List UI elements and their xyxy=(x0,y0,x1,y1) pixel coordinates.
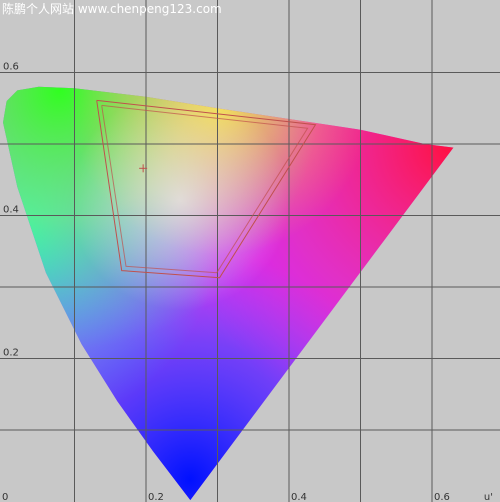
x-tick-label: 0 xyxy=(2,492,8,502)
x-tick-label: 0.6 xyxy=(434,492,450,502)
chart-canvas: 0 0.2 0.4 0.6 0.2 0.4 0.6 u' 陈鹏个人网站 www.chenpe… xyxy=(0,0,500,502)
chromaticity-chart: 0 0.2 0.4 0.6 0.2 0.4 0.6 u' 陈鹏个人网站 www.chenpe… xyxy=(0,0,500,502)
y-tick-label: 0.4 xyxy=(3,205,19,216)
y-tick-label: 0.2 xyxy=(3,348,19,359)
watermark-text: 陈鹏个人网站 www.chenpeng123.com xyxy=(2,1,222,16)
x-tick-label: 0.2 xyxy=(148,492,164,502)
x-axis-label: u' xyxy=(484,492,493,502)
x-tick-label: 0.4 xyxy=(291,492,307,502)
y-tick-label: 0.6 xyxy=(3,62,19,73)
